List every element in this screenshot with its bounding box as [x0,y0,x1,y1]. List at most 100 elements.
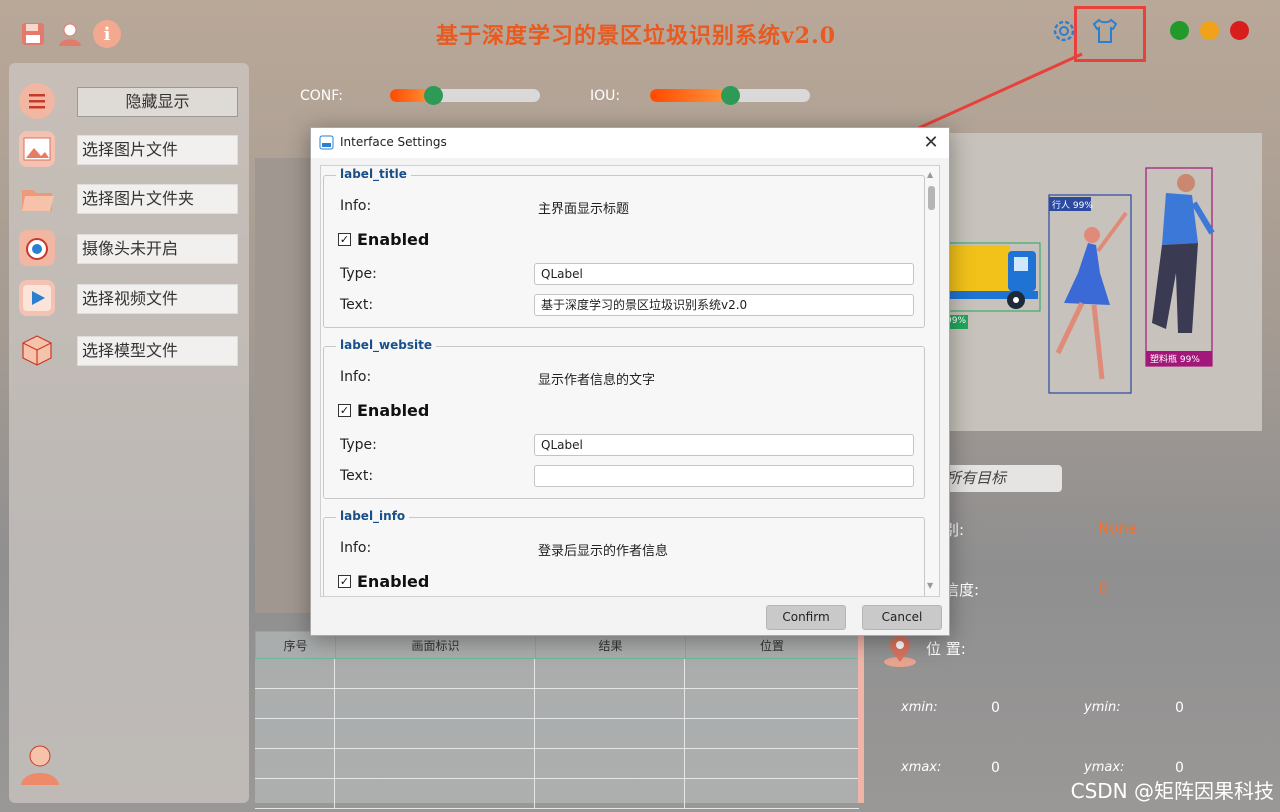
settings-group-label-title: label_title Info: 主界面显示标题 ✓ Enabled Type… [323,167,925,328]
sidebar-item-label: 选择图片文件 [77,135,238,165]
detection-label-other: 塑料瓶 99% [1150,355,1200,365]
text-label: Text: [340,297,374,313]
table-row[interactable] [255,719,859,749]
cancel-button[interactable]: Cancel [862,605,942,630]
sidebar-item-video-file[interactable]: 选择视频文件 [19,278,244,318]
settings-group-label-website: label_website Info: 显示作者信息的文字 ✓ Enabled … [323,338,925,499]
settings-scroll-area[interactable]: label_title Info: 主界面显示标题 ✓ Enabled Type… [320,165,940,597]
author-avatar-icon[interactable] [17,741,63,787]
iou-label: IOU: [590,88,621,104]
sidebar-item-label: 隐藏显示 [77,87,238,117]
table-row[interactable] [255,689,859,719]
type-input[interactable]: QLabel [534,434,914,456]
dialog-title: Interface Settings [340,135,447,149]
info-icon[interactable]: i [93,20,121,48]
checkbox-box[interactable]: ✓ [338,233,351,246]
sidebar-item-label: 选择视频文件 [77,284,238,314]
location-pin-icon [880,632,920,668]
text-input[interactable] [534,465,914,487]
table-row[interactable] [255,659,859,689]
group-title: label_title [336,167,411,181]
info-value: 主界面显示标题 [538,202,630,217]
sidebar-item-label: 选择图片文件夹 [77,184,238,214]
iou-slider-fill [650,89,732,102]
checkbox-box[interactable]: ✓ [338,404,351,417]
display-area-left [255,158,315,613]
enabled-label: Enabled [357,572,430,591]
left-sidebar: 隐藏显示 选择图片文件 选择图片文件夹 摄像头未开启 选择视频文件 选择模型文件 [9,63,249,803]
iou-slider-handle[interactable] [721,86,740,105]
text-label: Text: [340,468,374,484]
table-row[interactable] [255,749,859,779]
scroll-down-arrow-icon[interactable]: ▼ [927,581,933,590]
ymin-value: 0 [1175,700,1184,716]
info-label: Info: [340,540,372,556]
sidebar-item-model-file[interactable]: 选择模型文件 [19,330,244,370]
xmax-value: 0 [991,760,1000,776]
dialog-titlebar[interactable]: Interface Settings ✕ [311,128,949,158]
dialog-close-button[interactable]: ✕ [919,131,943,155]
image-file-icon [19,131,55,167]
conf-slider-handle[interactable] [424,86,443,105]
window-close-button[interactable] [1230,21,1249,40]
settings-group-label-info: label_info Info: 登录后显示的作者信息 ✓ Enabled [323,509,925,596]
window-minimize-button[interactable] [1200,21,1219,40]
sidebar-item-camera[interactable]: 摄像头未开启 [19,228,244,268]
detection-label-person: 行人 99% [1052,201,1093,211]
xmin-value: 0 [991,700,1000,716]
interface-settings-dialog: Interface Settings ✕ label_title Info: 主… [310,127,950,636]
results-table: 序号 画面标识 结果 位置 [255,631,859,809]
sidebar-item-label: 摄像头未开启 [77,234,238,264]
xmax-label: xmax: [901,760,942,775]
sidebar-item-toggle[interactable]: 隐藏显示 [19,81,244,121]
scrollbar-thumb[interactable] [928,186,935,210]
type-label: Type: [340,266,377,282]
position-label: 位 置: [926,640,966,658]
camera-icon [19,230,55,266]
enabled-checkbox[interactable]: ✓ Enabled [338,572,429,591]
iou-slider[interactable] [650,86,810,105]
confidence-value: 0 [1098,579,1108,597]
scroll-up-arrow-icon[interactable]: ▲ [927,170,933,179]
text-input[interactable]: 基于深度学习的景区垃圾识别系统v2.0 [534,294,914,316]
enabled-checkbox[interactable]: ✓ Enabled [338,230,429,249]
group-title: label_website [336,338,436,352]
sidebar-item-image-folder[interactable]: 选择图片文件夹 [19,178,244,218]
table-scrollbar[interactable] [858,631,864,803]
folder-icon [19,180,55,216]
menu-list-icon [19,83,55,119]
conf-slider[interactable] [390,86,540,105]
group-title: label_info [336,509,410,523]
app-title: 基于深度学习的景区垃圾识别系统v2.0 [436,23,837,49]
enabled-label: Enabled [357,230,430,249]
conf-label: CONF: [300,88,343,104]
video-play-icon [19,280,55,316]
ymax-value: 0 [1175,760,1184,776]
model-cube-icon [19,332,55,368]
type-input[interactable]: QLabel [534,263,914,285]
sidebar-item-image-file[interactable]: 选择图片文件 [19,129,244,169]
save-icon[interactable] [19,20,47,48]
type-label: Type: [340,437,377,453]
xmin-label: xmin: [901,700,938,715]
enabled-label: Enabled [357,401,430,420]
info-label: Info: [340,369,372,385]
category-value: None [1098,519,1138,537]
enabled-checkbox[interactable]: ✓ Enabled [338,401,429,420]
watermark: CSDN @矩阵因果科技 [1070,779,1274,803]
info-label: Info: [340,198,372,214]
user-icon[interactable] [56,20,84,48]
confirm-button[interactable]: Confirm [766,605,846,630]
info-value: 显示作者信息的文字 [538,373,656,388]
target-select-value: 所有目标 [946,469,1007,487]
table-row[interactable] [255,779,859,809]
window-maximize-button[interactable] [1170,21,1189,40]
sidebar-item-label: 选择模型文件 [77,336,238,366]
checkbox-box[interactable]: ✓ [338,575,351,588]
info-value: 登录后显示的作者信息 [538,544,669,559]
dialog-scrollbar[interactable]: ▲ ▼ [925,170,937,590]
ymin-label: ymin: [1084,700,1121,715]
detection-image: 行人 99% 塑料瓶 99% 99% [940,133,1262,431]
ymax-label: ymax: [1084,760,1125,775]
dialog-app-icon [319,135,334,150]
